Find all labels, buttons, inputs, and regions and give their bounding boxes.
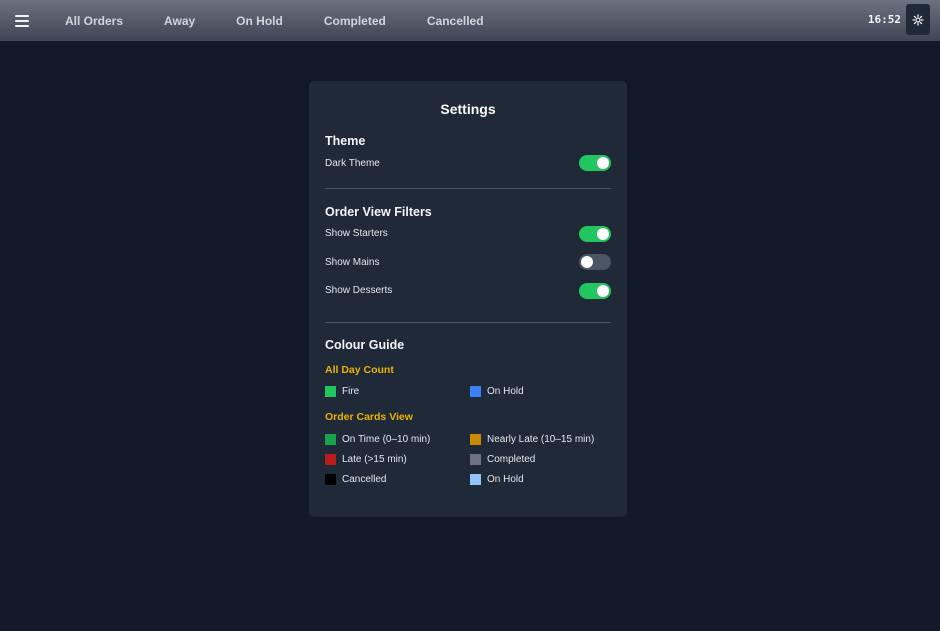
show-desserts-toggle[interactable] [579, 282, 611, 299]
show-starters-label: Show Starters [325, 228, 388, 240]
show-mains-toggle[interactable] [579, 254, 611, 271]
menu-button[interactable] [0, 0, 44, 41]
legend-item-fire: Fire [325, 385, 470, 397]
all-day-count-heading: All Day Count [325, 364, 394, 376]
legend-item-cancelled: Cancelled [325, 473, 470, 485]
order-cards-view-heading: Order Cards View [325, 411, 413, 423]
show-starters-toggle[interactable] [579, 225, 611, 242]
toggle-knob [597, 284, 609, 297]
clock: 16:52 [867, 13, 901, 26]
show-starters-row: Show Starters [325, 220, 611, 249]
color-swatch [470, 453, 481, 465]
color-swatch [325, 385, 336, 397]
legend-label: Completed [487, 453, 536, 465]
dark-theme-label: Dark Theme [325, 157, 380, 169]
hamburger-menu-icon [15, 14, 29, 27]
color-swatch [325, 453, 336, 465]
legend-label: On Hold [487, 473, 524, 485]
toggle-knob [581, 256, 593, 269]
dark-theme-toggle[interactable] [579, 155, 611, 172]
legend-label: Nearly Late (10–15 min) [487, 433, 595, 445]
legend-label: On Hold [487, 385, 524, 397]
toggle-knob [597, 227, 609, 240]
show-desserts-label: Show Desserts [325, 285, 393, 297]
tab-completed[interactable]: Completed [324, 14, 386, 28]
legend-item-nearly-late: Nearly Late (10–15 min) [470, 433, 615, 445]
top-navigation-bar: All Orders Away On Hold Completed Cancel… [0, 0, 940, 41]
tab-cancelled[interactable]: Cancelled [427, 14, 484, 28]
legend-label: Late (>15 min) [342, 453, 407, 465]
color-swatch [470, 385, 481, 397]
settings-title: Settings [440, 101, 496, 117]
legend-item-on-hold: On Hold [470, 385, 615, 397]
legend-item-completed: Completed [470, 453, 615, 465]
dark-theme-row: Dark Theme [325, 149, 611, 178]
divider [325, 322, 611, 323]
show-desserts-row: Show Desserts [325, 277, 611, 306]
color-swatch [470, 433, 481, 445]
legend-item-late: Late (>15 min) [325, 453, 470, 465]
theme-heading: Theme [325, 134, 366, 148]
gear-icon [912, 13, 924, 26]
show-mains-label: Show Mains [325, 256, 380, 268]
legend-label: Cancelled [342, 473, 387, 485]
order-tabs: All Orders Away On Hold Completed Cancel… [44, 0, 504, 41]
tab-on-hold[interactable]: On Hold [236, 14, 283, 28]
legend-label: Fire [342, 385, 360, 397]
all-day-legend: Fire On Hold [325, 385, 611, 397]
order-cards-legend: On Time (0–10 min) Nearly Late (10–15 mi… [325, 433, 611, 485]
divider [325, 187, 611, 189]
color-swatch [325, 433, 336, 445]
toggle-knob [597, 157, 609, 170]
color-swatch [325, 473, 336, 485]
legend-item-on-time: On Time (0–10 min) [325, 433, 470, 445]
colour-guide-heading: Colour Guide [325, 338, 405, 352]
tab-all-orders[interactable]: All Orders [65, 14, 123, 28]
color-swatch [470, 473, 481, 485]
legend-item-on-hold: On Hold [470, 473, 615, 485]
legend-label: On Time (0–10 min) [342, 433, 431, 445]
show-mains-row: Show Mains [325, 248, 611, 277]
settings-panel: Settings Theme Dark Theme Order View Fil… [309, 81, 627, 517]
filters-heading: Order View Filters [325, 204, 432, 219]
tab-away[interactable]: Away [164, 14, 195, 28]
settings-button[interactable] [906, 4, 930, 35]
